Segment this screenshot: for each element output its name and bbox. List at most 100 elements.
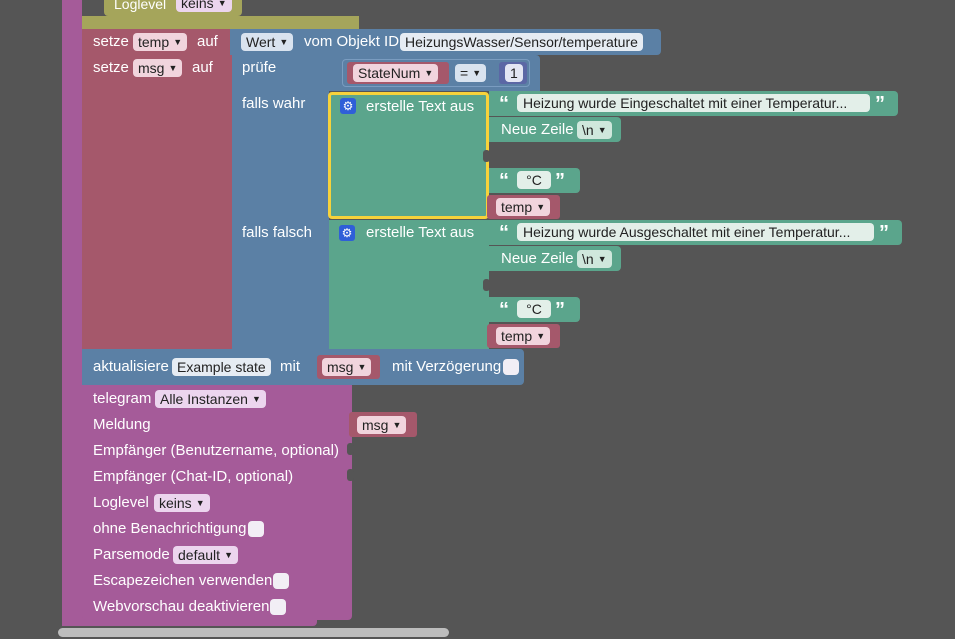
number-block[interactable]: 1: [499, 62, 527, 84]
close-quote-icon: ”: [875, 93, 885, 115]
telegram-loglevel-label: Loglevel: [93, 494, 149, 511]
input-notch: [347, 443, 354, 455]
update-label: aktualisiere: [93, 358, 169, 375]
set-msg-var-value: msg: [138, 60, 165, 76]
temp-true-dropdown[interactable]: temp ▼: [496, 198, 551, 216]
input-notch: [483, 279, 490, 291]
telegram-block[interactable]: telegram Alle Instanzen ▼ Meldung Empfäng…: [82, 385, 354, 620]
set-msg-var-dropdown[interactable]: msg ▼: [133, 59, 183, 77]
close-quote-icon: ”: [555, 170, 565, 192]
top-log-block[interactable]: Loglevel keins ▼: [104, 0, 242, 16]
statenum-var-block[interactable]: StateNum ▼: [347, 62, 449, 84]
telegram-instances-value: Alle Instanzen: [160, 391, 248, 407]
value-type-value: Wert: [246, 34, 276, 50]
telegram-silent-label: ohne Benachrichtigung: [93, 520, 247, 537]
set-msg-prefix: setze: [93, 59, 129, 76]
set-temp-suffix: auf: [197, 33, 218, 50]
update-state-block[interactable]: aktualisiere Example state mit msg ▼ mit …: [82, 349, 524, 385]
close-quote-icon: ”: [555, 299, 565, 321]
telegram-msg-block[interactable]: msg ▼: [349, 412, 417, 437]
text-join-true-block[interactable]: ⚙ erstelle Text aus: [328, 92, 489, 219]
newline-true-label: Neue Zeile: [501, 121, 574, 138]
compare-block[interactable]: StateNum ▼ = ▼ 1: [342, 59, 530, 87]
update-delay-label: mit Verzögerung: [392, 358, 502, 375]
degree-false-field[interactable]: °C: [517, 300, 551, 318]
telegram-parsemode-dropdown[interactable]: default ▼: [173, 546, 239, 564]
input-notch: [483, 150, 490, 162]
temp-false-block[interactable]: temp ▼: [487, 324, 560, 348]
temp-true-block[interactable]: temp ▼: [487, 195, 560, 219]
set-temp-var-dropdown[interactable]: temp ▼: [133, 33, 188, 51]
newline-false-label: Neue Zeile: [501, 250, 574, 267]
update-delay-checkbox[interactable]: [503, 359, 519, 375]
check-label: prüfe: [242, 59, 277, 76]
operator-value: =: [460, 65, 469, 81]
gear-icon[interactable]: ⚙: [339, 225, 355, 241]
close-quote-icon: ”: [879, 222, 889, 244]
telegram-recipient-chat-label: Empfänger (Chat-ID, optional): [93, 468, 294, 485]
set-msg-suffix: auf: [192, 59, 213, 76]
telegram-escape-checkbox[interactable]: [273, 573, 289, 589]
if-true-label: falls wahr: [242, 95, 306, 112]
create-text-true-label: erstelle Text aus: [366, 98, 475, 115]
object-id-field[interactable]: HeizungsWasser/Sensor/temperature: [400, 33, 643, 51]
temp-false-dropdown[interactable]: temp ▼: [496, 327, 551, 345]
newline-false-block[interactable]: Neue Zeile \n ▼: [489, 246, 621, 271]
text-false-block[interactable]: “ Heizung wurde Ausgeschaltet mit einer …: [489, 220, 902, 245]
if-false-label: falls falsch: [242, 224, 313, 241]
temp-true-value: temp: [501, 199, 533, 215]
newline-true-dropdown[interactable]: \n ▼: [577, 121, 612, 139]
telegram-recipient-user-label: Empfänger (Benutzername, optional): [93, 442, 339, 459]
telegram-parsemode-label: Parsemode: [93, 546, 170, 563]
telegram-loglevel-dropdown[interactable]: keins ▼: [154, 494, 210, 512]
top-loglevel-value: keins: [181, 0, 214, 11]
input-notch: [347, 469, 354, 481]
telegram-loglevel-value: keins: [159, 495, 192, 511]
horizontal-scrollbar[interactable]: [58, 628, 449, 637]
outer-event-block[interactable]: [62, 0, 82, 626]
open-quote-icon: “: [499, 170, 509, 192]
telegram-silent-checkbox[interactable]: [248, 521, 264, 537]
of-object-label: vom Objekt ID: [304, 33, 400, 50]
telegram-webpreview-checkbox[interactable]: [270, 599, 286, 615]
top-loglevel-dropdown[interactable]: keins ▼: [176, 0, 232, 12]
telegram-instances-dropdown[interactable]: Alle Instanzen ▼: [155, 390, 266, 408]
telegram-parsemode-value: default: [178, 547, 221, 563]
text-true-block[interactable]: “ Heizung wurde Eingeschaltet mit einer …: [489, 91, 898, 116]
statenum-dropdown[interactable]: StateNum ▼: [353, 64, 439, 82]
get-value-block[interactable]: Wert ▼ vom Objekt ID HeizungsWasser/Senso…: [230, 29, 661, 55]
update-with-label: mit: [280, 358, 300, 375]
set-msg-block[interactable]: setze msg ▼ auf: [82, 55, 232, 349]
degree-true-block[interactable]: “ °C ”: [489, 168, 580, 193]
update-msg-block[interactable]: msg ▼: [317, 355, 380, 379]
telegram-escape-label: Escapezeichen verwenden: [93, 572, 273, 589]
set-temp-var-value: temp: [138, 34, 170, 50]
operator-dropdown[interactable]: = ▼: [455, 64, 487, 82]
gear-icon[interactable]: ⚙: [340, 98, 356, 114]
newline-true-block[interactable]: Neue Zeile \n ▼: [489, 117, 621, 142]
temp-false-value: temp: [501, 328, 533, 344]
value-type-dropdown[interactable]: Wert ▼: [241, 33, 294, 51]
text-join-false-block[interactable]: ⚙ erstelle Text aus: [329, 220, 489, 349]
text-true-field[interactable]: Heizung wurde Eingeschaltet mit einer Te…: [517, 94, 870, 112]
number-field[interactable]: 1: [505, 64, 523, 82]
degree-true-field[interactable]: °C: [517, 171, 551, 189]
newline-false-dropdown[interactable]: \n ▼: [577, 250, 612, 268]
telegram-message-label: Meldung: [93, 416, 151, 433]
create-text-false-label: erstelle Text aus: [366, 224, 475, 241]
degree-false-block[interactable]: “ °C ”: [489, 297, 580, 322]
open-quote-icon: “: [499, 299, 509, 321]
statenum-value: StateNum: [358, 65, 421, 81]
update-state-field[interactable]: Example state: [172, 358, 271, 376]
telegram-label: telegram: [93, 390, 152, 407]
text-false-field[interactable]: Heizung wurde Ausgeschaltet mit einer Te…: [517, 223, 874, 241]
update-msg-value: msg: [327, 359, 354, 375]
open-quote-icon: “: [499, 222, 509, 244]
telegram-webpreview-label: Webvorschau deaktivieren: [93, 598, 270, 615]
update-msg-dropdown[interactable]: msg ▼: [322, 358, 372, 376]
ternary-block[interactable]: prüfe falls wahr falls falsch: [232, 55, 329, 349]
telegram-msg-dropdown[interactable]: msg ▼: [357, 416, 407, 434]
olive-strip: [82, 16, 359, 30]
set-temp-prefix: setze: [93, 33, 129, 50]
set-temp-block[interactable]: setze temp ▼ auf: [82, 29, 230, 55]
